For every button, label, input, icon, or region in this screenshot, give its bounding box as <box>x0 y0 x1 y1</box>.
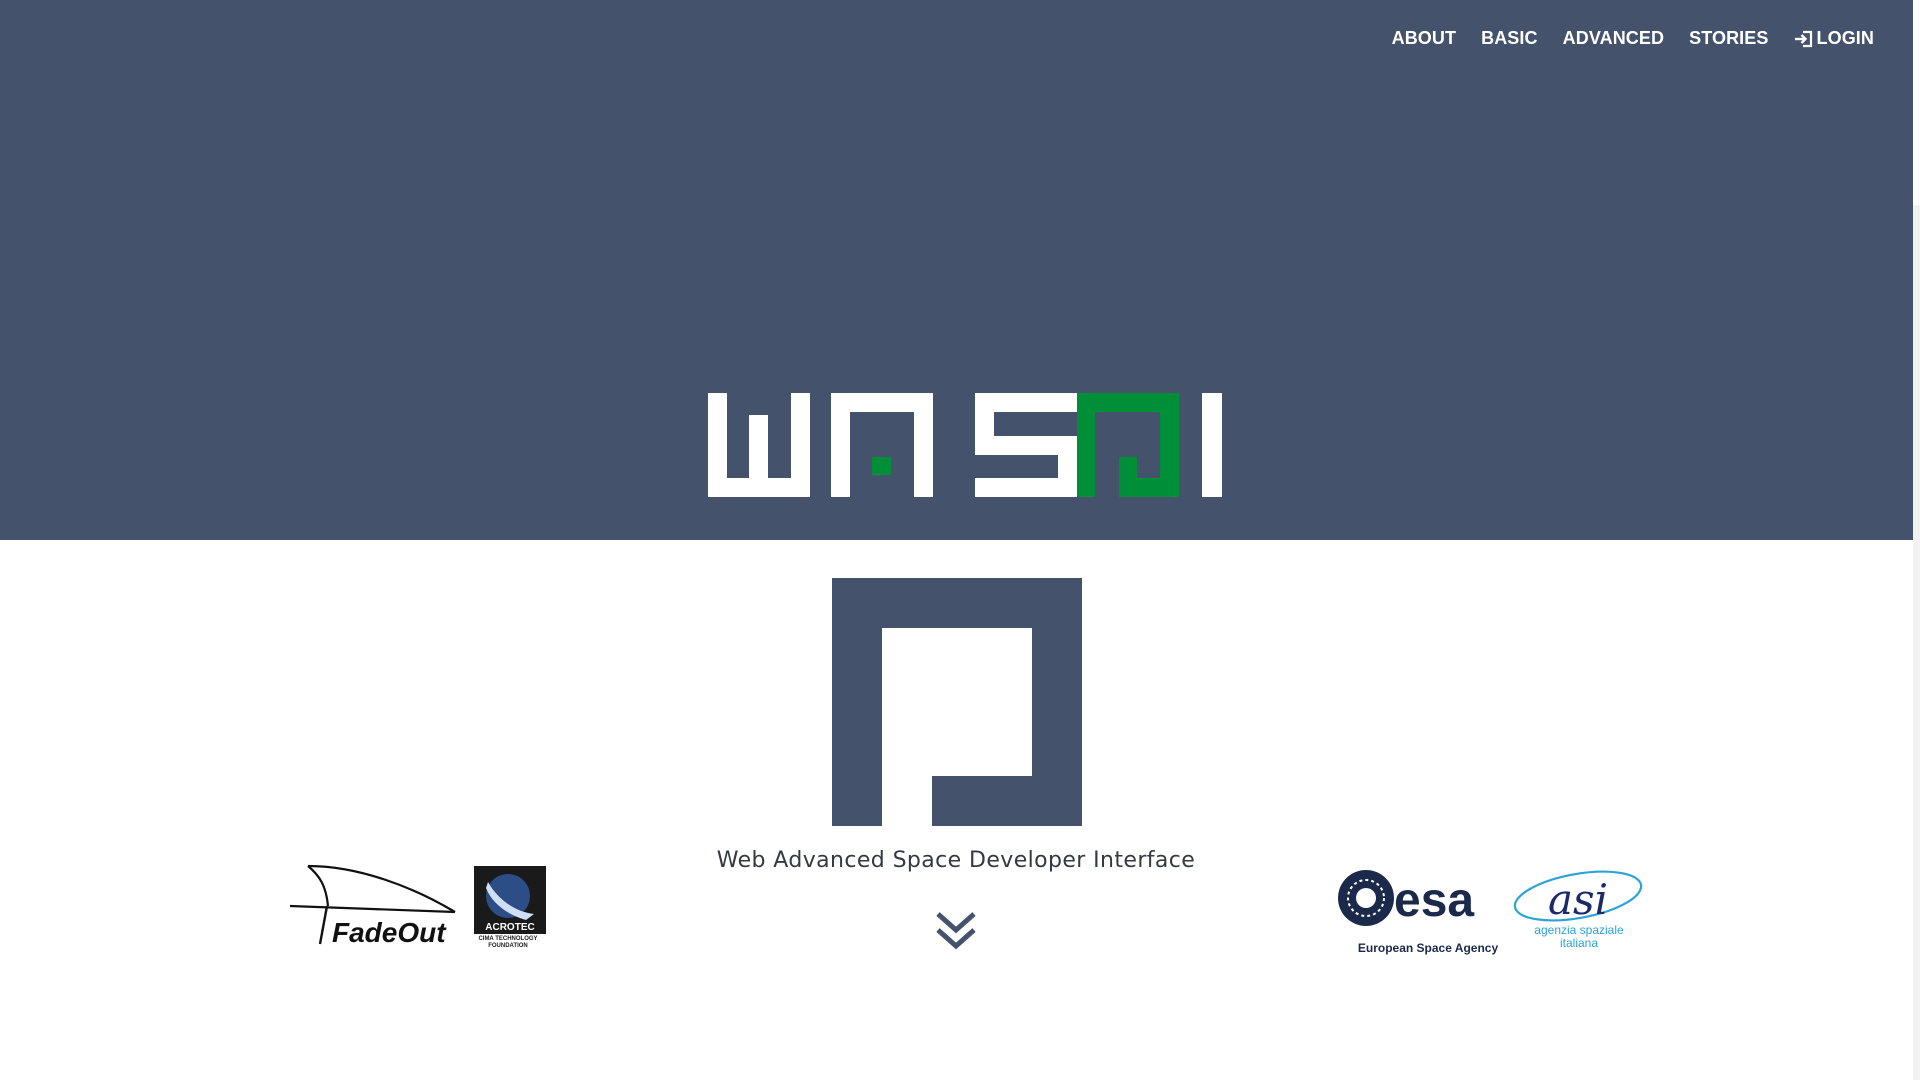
acrotec-logo-text: ACROTEC <box>485 922 534 933</box>
esa-logo: esa <box>1338 870 1474 927</box>
nav-advanced-label: ADVANCED <box>1562 28 1665 48</box>
nav-basic-label: BASIC <box>1481 28 1538 48</box>
nav-stories-label: STORIES <box>1689 28 1769 48</box>
nav-advanced[interactable]: ADVANCED <box>1563 28 1664 49</box>
nav-login[interactable]: LOGIN <box>1794 28 1875 49</box>
fadeout-logo-text: FadeOut <box>332 917 447 948</box>
nav-stories[interactable]: STORIES <box>1689 28 1768 49</box>
asi-caption-line-2: italiana <box>1559 936 1599 950</box>
scrollbar-track[interactable] <box>1913 205 1920 1080</box>
acrotec-logo: ACROTEC <box>474 866 546 934</box>
fadeout-logo: FadeOut <box>290 864 456 948</box>
top-nav: ABOUT BASIC ADVANCED STORIES LOGIN <box>1367 28 1874 49</box>
nav-about[interactable]: ABOUT <box>1392 28 1457 49</box>
nav-basic[interactable]: BASIC <box>1481 28 1538 49</box>
double-chevron-down-icon[interactable] <box>935 910 977 952</box>
nav-login-label: LOGIN <box>1816 28 1874 48</box>
acrotec-caption: CIMA TECHNOLOGY FOUNDATION <box>478 936 538 949</box>
login-icon <box>1794 30 1812 47</box>
wasdi-wordmark-logo <box>708 393 1222 497</box>
esa-caption: European Space Agency <box>1357 941 1499 955</box>
asi-caption: agenzia spaziale italiana <box>1512 924 1646 950</box>
asi-logo-text: asi <box>1548 875 1608 924</box>
esa-logo-text: esa <box>1394 874 1474 927</box>
nav-about-label: ABOUT <box>1391 28 1457 48</box>
asi-logo: asi <box>1513 870 1643 924</box>
tagline: Web Advanced Space Developer Interface <box>716 848 1196 873</box>
wasdi-d-emblem <box>832 578 1082 826</box>
